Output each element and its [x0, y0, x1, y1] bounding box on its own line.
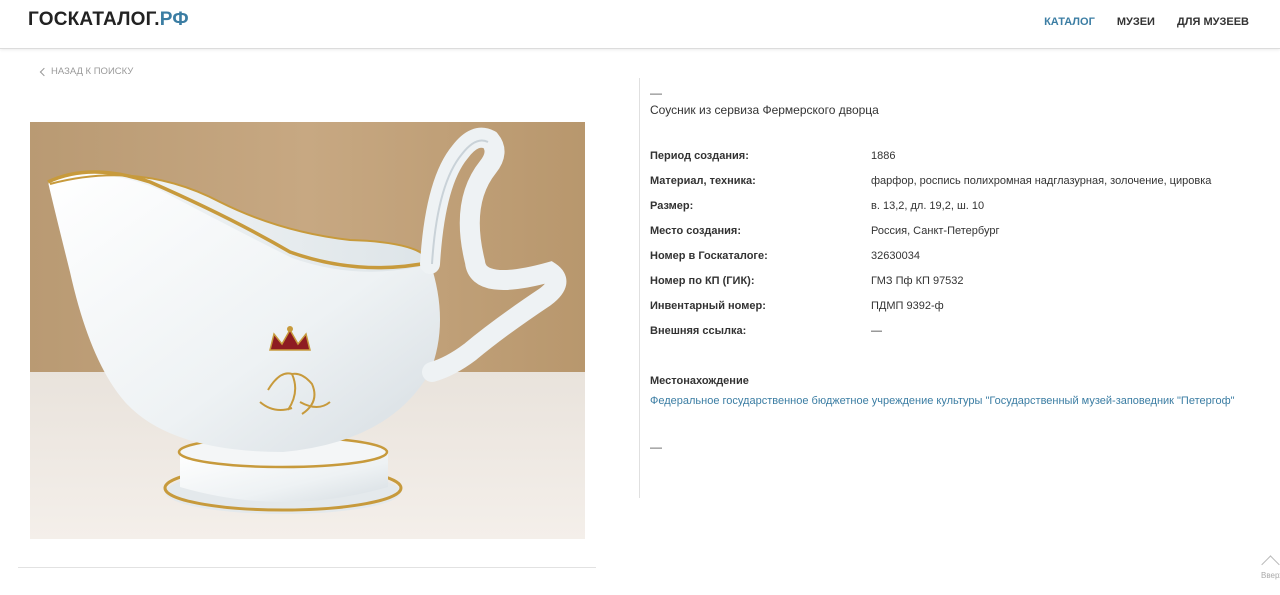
object-photo[interactable]: [30, 122, 585, 539]
chevron-left-icon: [39, 67, 49, 76]
object-title: Соусник из сервиза Фермерского дворца: [650, 103, 879, 117]
left-column-divider: [18, 567, 596, 568]
property-value: —: [871, 325, 882, 337]
scroll-to-top-button[interactable]: Вверх: [1256, 553, 1280, 583]
property-value: ПДМП 9392-ф: [871, 300, 944, 312]
property-label: Внешняя ссылка:: [650, 325, 747, 337]
dash-bottom: —: [650, 440, 662, 454]
property-row: Размер: в. 13,2, дл. 19,2, ш. 10: [650, 198, 1280, 223]
object-properties: Период создания: 1886 Материал, техника:…: [650, 148, 1280, 348]
property-row: Внешняя ссылка: —: [650, 323, 1280, 348]
logo-accent-text: РФ: [159, 9, 189, 30]
property-label: Номер по КП (ГИК):: [650, 275, 755, 287]
property-row: Место создания: Россия, Санкт-Петербург: [650, 223, 1280, 248]
property-label: Номер в Госкаталоге:: [650, 250, 768, 262]
main-nav: КАТАЛОГ МУЗЕИ ДЛЯ МУЗЕЕВ: [1044, 16, 1249, 28]
site-logo[interactable]: ГОСКАТАЛОГ.РФ: [28, 9, 189, 31]
property-row: Номер по КП (ГИК): ГМЗ Пф КП 97532: [650, 273, 1280, 298]
location-label: Местонахождение: [650, 375, 749, 387]
property-label: Место создания:: [650, 225, 742, 237]
property-label: Материал, техника:: [650, 175, 756, 187]
property-row: Номер в Госкаталоге: 32630034: [650, 248, 1280, 273]
property-value: фарфор, роспись полихромная надглазурная…: [871, 175, 1212, 187]
property-value: Россия, Санкт-Петербург: [871, 225, 1000, 237]
property-label: Инвентарный номер:: [650, 300, 766, 312]
column-divider: [639, 78, 640, 498]
property-row: Материал, техника: фарфор, роспись полих…: [650, 173, 1280, 198]
nav-museums[interactable]: МУЗЕИ: [1117, 16, 1155, 28]
logo-main-text: ГОСКАТАЛОГ.: [28, 9, 160, 30]
back-to-search-label: НАЗАД К ПОИСКУ: [51, 66, 134, 77]
nav-for-museums[interactable]: ДЛЯ МУЗЕЕВ: [1177, 16, 1249, 28]
location-link[interactable]: Федеральное государственное бюджетное уч…: [650, 395, 1235, 407]
property-value: в. 13,2, дл. 19,2, ш. 10: [871, 200, 985, 212]
site-header: ГОСКАТАЛОГ.РФ КАТАЛОГ МУЗЕИ ДЛЯ МУЗЕЕВ: [0, 0, 1280, 49]
property-label: Период создания:: [650, 150, 749, 162]
property-row: Период создания: 1886: [650, 148, 1280, 173]
property-row: Инвентарный номер: ПДМП 9392-ф: [650, 298, 1280, 323]
property-value: 32630034: [871, 250, 920, 262]
dash-top: —: [650, 86, 662, 100]
property-label: Размер:: [650, 200, 694, 212]
nav-catalog[interactable]: КАТАЛОГ: [1044, 16, 1095, 28]
back-to-search-link[interactable]: НАЗАД К ПОИСКУ: [39, 66, 134, 77]
property-value: 1886: [871, 150, 896, 162]
property-value: ГМЗ Пф КП 97532: [871, 275, 964, 287]
scroll-to-top-label: Вверх: [1261, 571, 1280, 580]
